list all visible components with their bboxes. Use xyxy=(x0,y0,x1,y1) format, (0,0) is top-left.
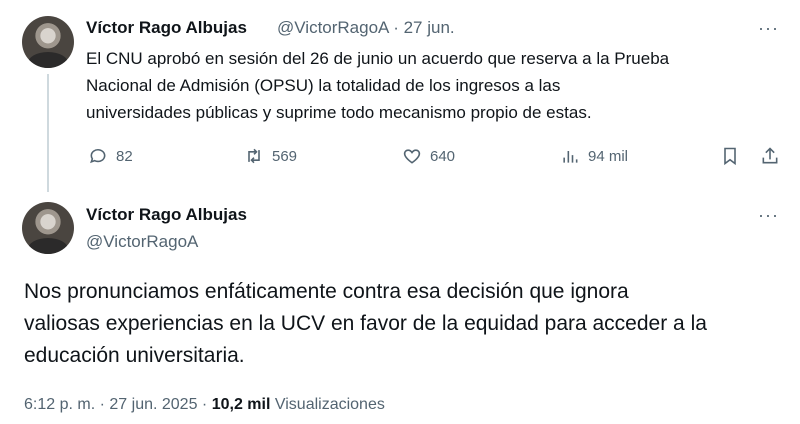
repost-count: 569 xyxy=(272,147,298,165)
tweet-text-line: universidades públicas y suprime todo me… xyxy=(86,103,592,122)
tweet-text-line: Nos pronunciamos enfáticamente contra es… xyxy=(24,280,629,303)
author-name[interactable]: Víctor Rago Albujas xyxy=(86,205,247,225)
views-count[interactable]: 10,2 mil xyxy=(212,396,271,413)
tweet-date[interactable]: 27 jun. 2025 xyxy=(109,396,197,413)
more-options-button[interactable]: ··· xyxy=(758,205,779,226)
tweet-text: Nos pronunciamos enfáticamente contra es… xyxy=(24,276,784,372)
avatar[interactable] xyxy=(22,202,74,254)
tweet-text-line: Nacional de Admisión (OPSU) la totalidad… xyxy=(86,76,561,95)
tweet-text: El CNU aprobó en sesión del 26 de junio … xyxy=(86,45,786,126)
views-label: Visualizaciones xyxy=(274,396,385,413)
like-button[interactable]: 640 xyxy=(402,146,455,166)
tweet-text-line: El CNU aprobó en sesión del 26 de junio … xyxy=(86,49,670,68)
author-name[interactable]: Víctor Rago Albujas xyxy=(86,18,247,38)
author-handle[interactable]: @VictorRagoA xyxy=(86,232,198,252)
tweet-text-line: educación universitaria. xyxy=(24,344,245,367)
more-options-button[interactable]: ··· xyxy=(758,18,779,39)
tweet-text-line: valiosas experiencias en la UCV en favor… xyxy=(24,312,707,335)
reply-count: 82 xyxy=(116,147,133,165)
author-handle-date: @VictorRagoA · 27 jun. xyxy=(277,18,455,38)
reply-button[interactable]: 82 xyxy=(88,146,133,166)
bookmark-button[interactable] xyxy=(720,146,740,171)
share-icon xyxy=(762,147,778,164)
avatar[interactable] xyxy=(22,16,74,68)
analytics-icon xyxy=(563,151,578,163)
tweet-date[interactable]: 27 jun. xyxy=(404,18,455,37)
author-handle[interactable]: @VictorRagoA xyxy=(277,18,388,37)
view-count: 94 mil xyxy=(588,147,629,165)
separator: · xyxy=(393,18,399,37)
share-button[interactable] xyxy=(760,146,780,171)
tweet-time[interactable]: 6:12 p. m. xyxy=(24,396,95,413)
reply-icon xyxy=(90,148,106,164)
views-button[interactable]: 94 mil xyxy=(560,146,628,166)
tweet-footer: 6:12 p. m. · 27 jun. 2025 · 10,2 mil Vis… xyxy=(24,396,385,414)
separator: · xyxy=(201,396,208,413)
thread-line xyxy=(47,74,49,192)
heart-icon xyxy=(403,149,421,164)
repost-icon xyxy=(248,148,260,164)
separator: · xyxy=(99,396,105,413)
repost-button[interactable]: 569 xyxy=(244,146,297,166)
bookmark-icon xyxy=(724,147,736,166)
like-count: 640 xyxy=(430,147,456,165)
